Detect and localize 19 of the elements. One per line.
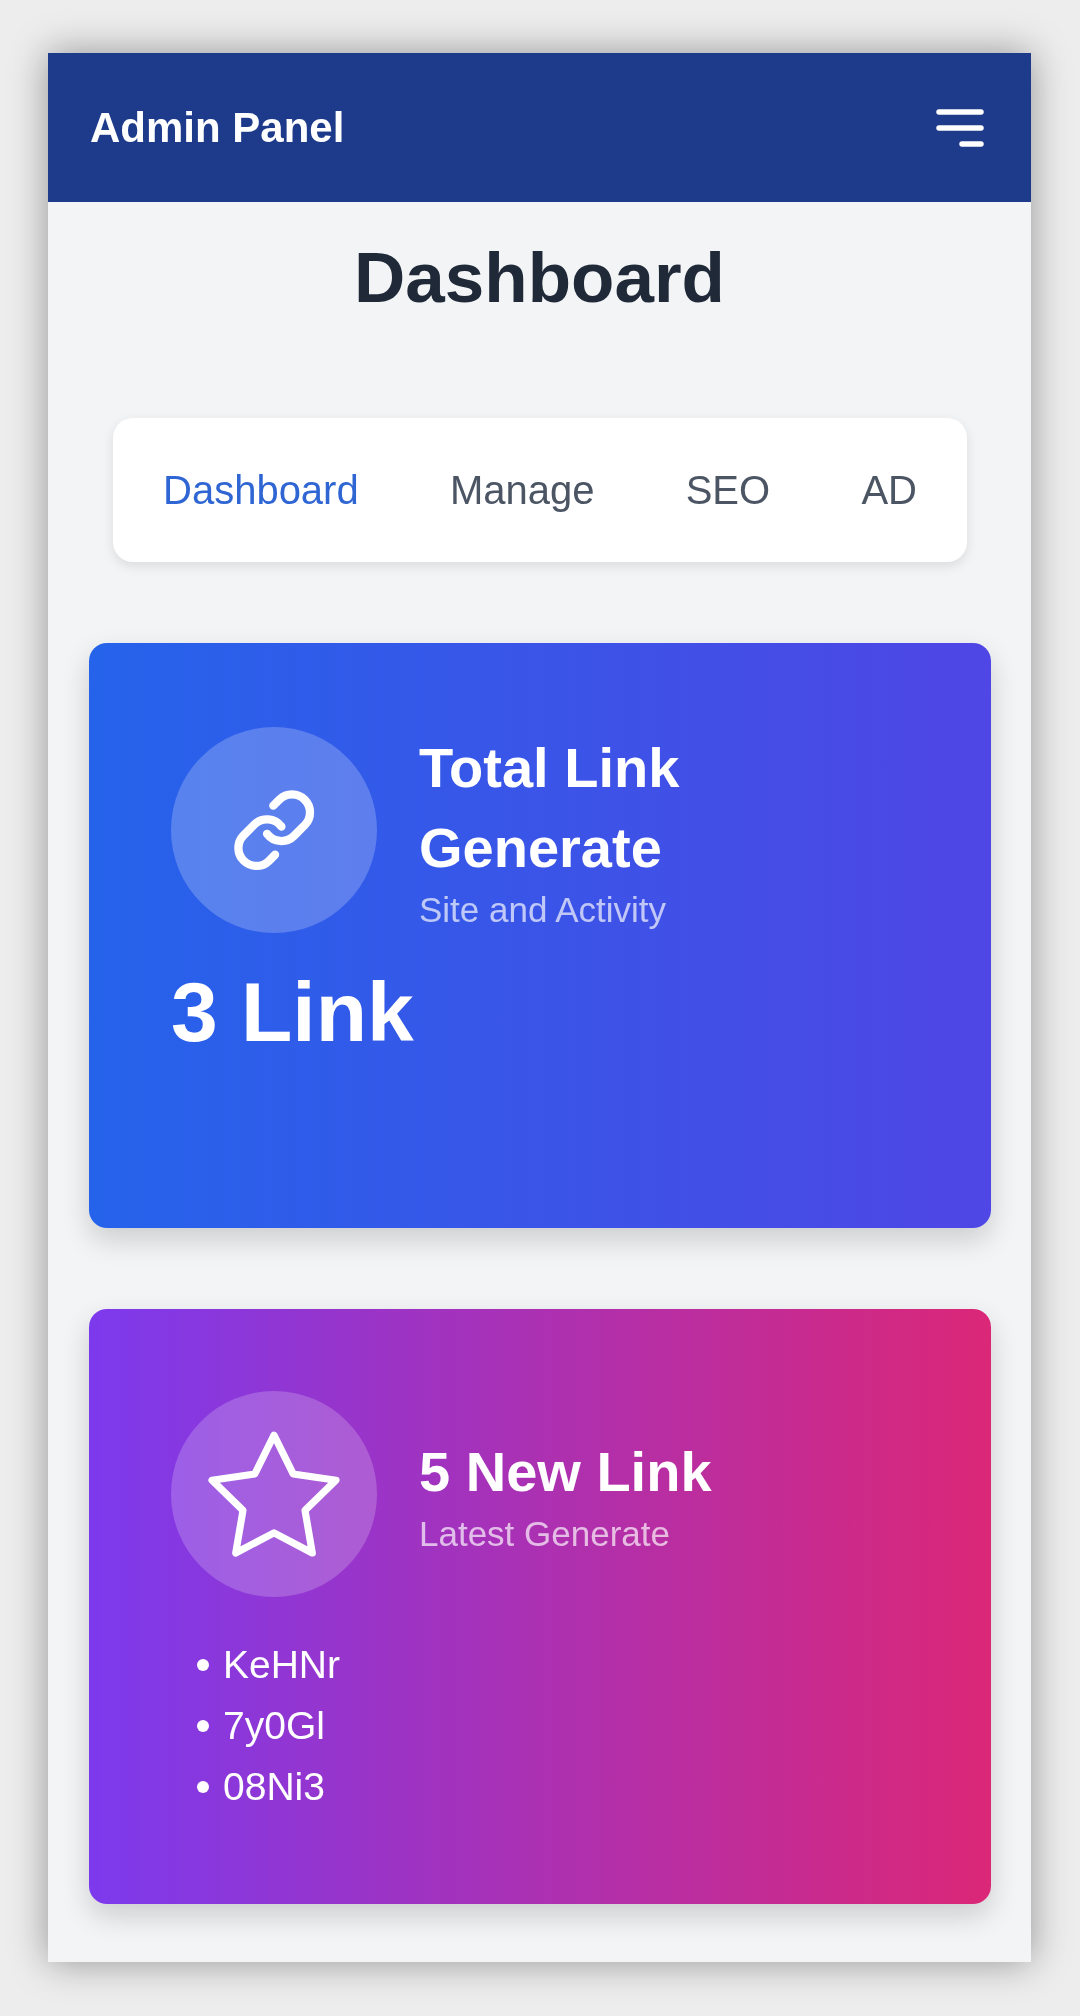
card-subtitle: Latest Generate [419, 1513, 671, 1555]
card-subtitle: Site and Activity [419, 889, 668, 931]
bullet-icon [197, 1658, 209, 1671]
tab[interactable]: Manage [449, 462, 595, 518]
card-title: Total Link Generate [419, 735, 681, 881]
tab[interactable]: Dashboard [163, 462, 359, 518]
link-code: 08Ni3 [223, 1764, 325, 1810]
tab[interactable]: SEO [685, 462, 771, 518]
stat-value: 3 Link [171, 964, 415, 1061]
bullet-icon [197, 1719, 209, 1732]
app-title: Admin Panel [90, 102, 345, 153]
link-code: KeHNr [223, 1642, 341, 1688]
menu-icon[interactable] [936, 108, 984, 147]
link-icon [171, 727, 377, 933]
page-title: Dashboard [353, 237, 726, 319]
link-code: 7y0Gl [223, 1703, 325, 1749]
tab[interactable]: AD [861, 462, 917, 518]
bullet-icon [197, 1780, 209, 1793]
card-title: 5 New Link [419, 1439, 713, 1505]
